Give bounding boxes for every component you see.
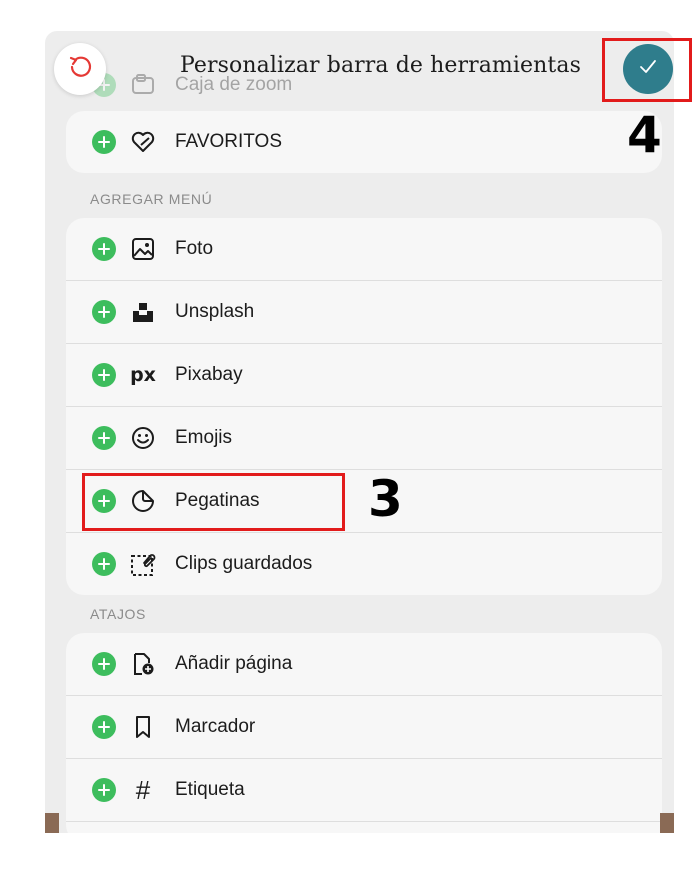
item-label: Emojis [175, 427, 233, 448]
unsplash-icon [129, 298, 157, 326]
add-icon[interactable] [92, 552, 116, 576]
step-number-4: 4 [627, 106, 662, 164]
highlight-box-pegatinas [82, 473, 345, 531]
item-label: Etiqueta [175, 779, 245, 800]
list-item-anadir-pagina[interactable]: Añadir página [66, 633, 662, 696]
item-label: Añadir página [175, 653, 293, 674]
list-item-etiqueta[interactable]: # Etiqueta [66, 759, 662, 822]
add-icon[interactable] [92, 300, 116, 324]
add-icon[interactable] [92, 130, 116, 154]
pixabay-icon: px [130, 364, 156, 386]
section-title-add-menu: AGREGAR MENÚ [90, 191, 213, 207]
list-item-marcador[interactable]: Marcador [66, 696, 662, 759]
list-item-pixabay[interactable]: px Pixabay [66, 344, 662, 407]
item-label: Pixabay [175, 364, 243, 385]
list-item-foto[interactable]: Foto [66, 218, 662, 281]
photo-icon [129, 235, 157, 263]
add-icon[interactable] [92, 426, 116, 450]
add-page-icon [129, 650, 157, 678]
add-icon[interactable] [92, 778, 116, 802]
add-icon[interactable] [92, 715, 116, 739]
item-label: Foto [175, 238, 214, 259]
saved-clips-icon [129, 550, 157, 578]
header: Personalizar barra de herramientas [45, 31, 674, 111]
toolbar-customization-sheet: Caja de zoom Personalizar barra de herra… [45, 31, 674, 833]
add-icon[interactable] [92, 652, 116, 676]
smiley-icon [129, 424, 157, 452]
add-icon[interactable] [92, 363, 116, 387]
list-item-favoritos[interactable]: FAVORITOS [66, 111, 662, 173]
reset-button[interactable] [54, 43, 106, 95]
favorites-card: FAVORITOS [66, 111, 662, 173]
list-item-unsplash[interactable]: Unsplash [66, 281, 662, 344]
item-label: Clips guardados [175, 553, 313, 574]
item-label: Marcador [175, 716, 256, 737]
list-item-partial [66, 822, 662, 833]
section-title-shortcuts: ATAJOS [90, 606, 146, 622]
list-item-emojis[interactable]: Emojis [66, 407, 662, 470]
list-item-clips-guardados[interactable]: Clips guardados [66, 533, 662, 595]
bookmark-icon [129, 713, 157, 741]
item-label: Unsplash [175, 301, 255, 322]
reset-icon [67, 54, 93, 85]
favorites-label: FAVORITOS [175, 131, 282, 152]
background-edge [660, 813, 674, 833]
step-number-3: 3 [368, 470, 403, 528]
add-icon[interactable] [92, 237, 116, 261]
page-title: Personalizar barra de herramientas [180, 53, 581, 78]
add-menu-card: Foto Unsplash px Pixabay Emojis Pegatina… [66, 218, 662, 595]
shortcuts-card: Añadir página Marcador # Etiqueta [66, 633, 662, 833]
hashtag-icon: # [135, 774, 151, 805]
background-edge [45, 813, 59, 833]
heart-outline-icon [129, 128, 157, 156]
highlight-box-confirm [602, 38, 692, 102]
